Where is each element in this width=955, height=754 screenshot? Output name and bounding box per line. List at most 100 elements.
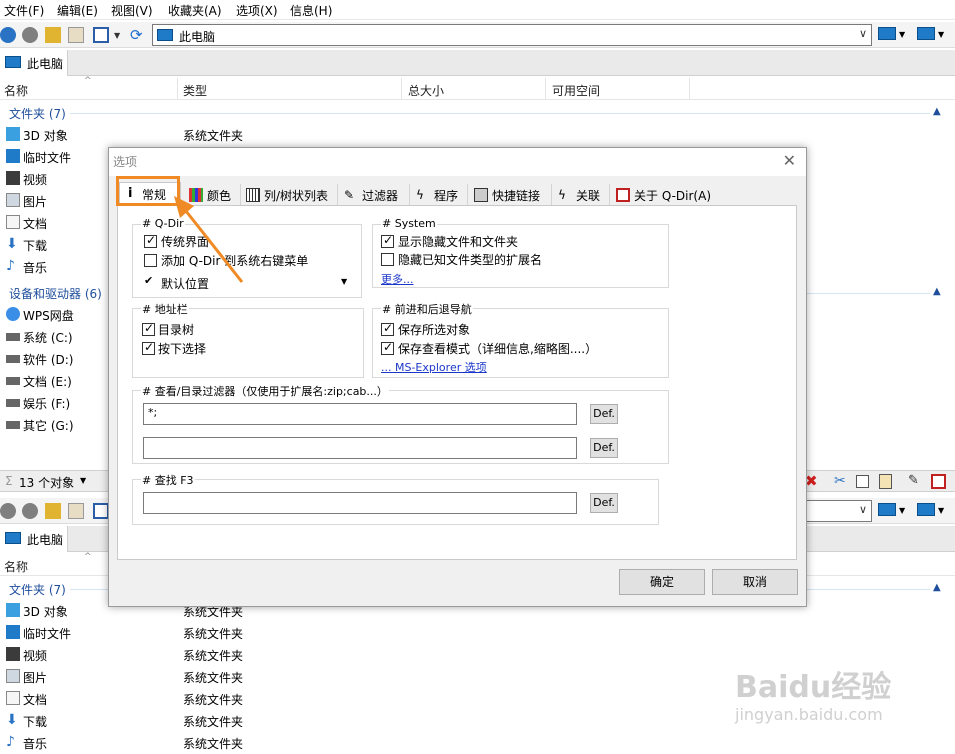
column-type[interactable]: 类型 <box>183 82 207 99</box>
column-free-space[interactable]: 可用空间 <box>552 82 600 99</box>
filter-input-1[interactable]: *; <box>143 403 577 425</box>
picture-icon <box>6 193 20 207</box>
item-name: 下载 <box>23 715 48 729</box>
list-item[interactable]: 临时文件 系统文件夹 <box>0 622 955 644</box>
filter-default-button-1[interactable]: Def. <box>590 404 618 424</box>
tab-associations[interactable]: ϟ 关联 <box>554 184 610 205</box>
menu-options[interactable]: 选项(X) <box>236 2 278 19</box>
hide-extensions-checkbox[interactable] <box>381 253 394 266</box>
save-selected-checkbox[interactable] <box>381 321 394 336</box>
view-icon[interactable] <box>93 27 109 43</box>
cancel-button[interactable]: 取消 <box>712 569 798 595</box>
up-folder-icon[interactable] <box>45 27 61 43</box>
computer-icon <box>5 532 21 544</box>
view-icon[interactable] <box>93 503 109 519</box>
column-name[interactable]: 名称 <box>4 82 28 99</box>
column-separator[interactable] <box>689 78 690 100</box>
tab-label: 快捷链接 <box>492 189 541 203</box>
press-select-checkbox[interactable] <box>142 340 155 355</box>
monitor-dropdown-icon-2[interactable]: ▼ <box>938 506 954 522</box>
tab-shortcuts[interactable]: 快捷链接 <box>470 184 552 205</box>
monitor-dropdown-icon[interactable]: ▼ <box>899 30 915 46</box>
show-hidden-checkbox[interactable] <box>381 233 394 248</box>
forward-icon[interactable] <box>22 27 38 43</box>
tree-checkbox[interactable] <box>142 321 155 336</box>
column-name[interactable]: 名称 <box>4 558 28 575</box>
find-input[interactable] <box>143 492 577 514</box>
column-separator[interactable] <box>545 78 546 100</box>
tab-filters[interactable]: ✎ 过滤器 <box>340 184 410 205</box>
cut-icon[interactable]: ✂ <box>834 473 846 489</box>
address-dropdown-icon[interactable]: ∨ <box>859 503 867 516</box>
column-separator[interactable] <box>401 78 402 100</box>
ok-button[interactable]: 确定 <box>619 569 705 595</box>
properties-icon[interactable] <box>931 474 946 489</box>
tab-this-pc[interactable]: 此电脑 <box>0 50 68 76</box>
save-view-checkbox[interactable] <box>381 340 394 355</box>
context-menu-checkbox[interactable] <box>144 254 157 267</box>
up-folder-icon[interactable] <box>45 503 61 519</box>
column-total-size[interactable]: 总大小 <box>408 82 444 99</box>
list-item[interactable]: 3D 对象 系统文件夹 <box>0 124 955 146</box>
folder-icon[interactable] <box>68 503 84 519</box>
back-icon[interactable] <box>0 27 16 43</box>
dropdown-arrow-icon[interactable]: ▼ <box>341 277 347 286</box>
classic-ui-checkbox[interactable] <box>144 233 157 248</box>
menu-edit[interactable]: 编辑(E) <box>57 2 98 19</box>
tab-programs[interactable]: ϟ 程序 <box>412 184 468 205</box>
collapse-icon[interactable]: ▲ <box>933 286 941 297</box>
filter-input-2[interactable] <box>143 437 577 459</box>
column-header: 名称 ^ 类型 总大小 可用空间 <box>0 76 955 100</box>
monitor-dropdown-icon[interactable]: ▼ <box>899 506 915 522</box>
menu-favorites[interactable]: 收藏夹(A) <box>168 2 222 19</box>
paste-icon[interactable] <box>879 474 892 489</box>
list-item[interactable]: ♪ 音乐 系统文件夹 <box>0 732 955 754</box>
drive-icon <box>6 333 20 341</box>
filter-default-button-2[interactable]: Def. <box>590 438 618 458</box>
more-link[interactable]: 更多... <box>381 271 414 287</box>
monitor-icon[interactable] <box>878 503 896 516</box>
view-dropdown-icon[interactable]: ▼ <box>114 31 122 40</box>
collapse-icon[interactable]: ▲ <box>933 106 941 117</box>
item-name: 图片 <box>23 195 48 209</box>
column-separator[interactable] <box>177 78 178 100</box>
check-mark-icon: ✔ <box>144 274 154 287</box>
group-folders-header[interactable]: 文件夹 (7) <box>9 105 66 122</box>
item-name: 3D 对象 <box>23 605 68 619</box>
back-icon[interactable] <box>0 503 16 519</box>
find-default-button[interactable]: Def. <box>590 493 618 513</box>
group-divider <box>70 113 930 114</box>
monitor-icon[interactable] <box>878 27 896 40</box>
tab-this-pc[interactable]: 此电脑 <box>0 526 68 552</box>
drive-icon <box>6 355 20 363</box>
drive-icon <box>6 399 20 407</box>
collapse-icon[interactable]: ▲ <box>933 582 941 593</box>
group-devices-header[interactable]: 设备和驱动器 (6) <box>9 285 102 302</box>
tab-about[interactable]: 关于 Q-Dir(A) <box>612 184 718 205</box>
monitor-icon-2[interactable] <box>917 503 935 516</box>
ms-explorer-options-link[interactable]: ... MS-Explorer 选项 <box>381 359 487 375</box>
drive-name: 系统 (C:) <box>23 331 73 345</box>
monitor-icon-2[interactable] <box>917 27 935 40</box>
lightning-icon: ϟ <box>416 188 424 202</box>
close-icon[interactable]: ✕ <box>783 151 796 170</box>
item-name: 临时文件 <box>23 627 72 641</box>
refresh-icon[interactable]: ⟳ <box>130 27 146 43</box>
drive-icon <box>6 377 20 385</box>
menu-info[interactable]: 信息(H) <box>290 2 332 19</box>
copy-icon[interactable] <box>856 475 869 488</box>
group-folders-header[interactable]: 文件夹 (7) <box>9 581 66 598</box>
forward-icon[interactable] <box>22 503 38 519</box>
dialog-titlebar[interactable]: 选项 ✕ <box>109 148 806 176</box>
item-type: 系统文件夹 <box>183 693 244 707</box>
menu-file[interactable]: 文件(F) <box>4 2 44 19</box>
rename-icon[interactable]: ✎ <box>908 473 919 488</box>
address-dropdown-icon[interactable]: ∨ <box>859 27 867 40</box>
item-type: 系统文件夹 <box>183 649 244 663</box>
checkbox-label: 按下选择 <box>158 342 207 356</box>
count-dropdown-icon[interactable]: ▼ <box>80 476 86 485</box>
folder-icon[interactable] <box>68 27 84 43</box>
address-bar[interactable]: 此电脑 ∨ <box>152 24 872 46</box>
monitor-dropdown-icon-2[interactable]: ▼ <box>938 30 954 46</box>
menu-view[interactable]: 视图(V) <box>111 2 153 19</box>
